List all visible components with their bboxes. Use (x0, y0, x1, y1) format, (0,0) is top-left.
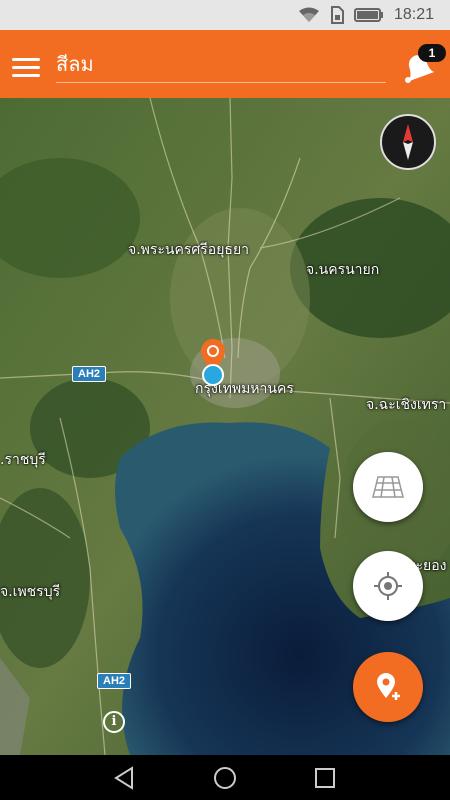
label-phetchaburi: จ.เพชรบุรี (0, 584, 61, 600)
map-layers-button[interactable] (353, 452, 423, 522)
search-input[interactable]: สีลม (56, 48, 386, 83)
battery-icon (353, 7, 384, 23)
status-bar: 18:21 (0, 0, 450, 30)
compass-icon[interactable] (380, 114, 436, 170)
app-bar: สีลม (0, 30, 450, 98)
map-layers-icon (372, 476, 404, 498)
notification-badge: 1 (418, 44, 446, 62)
user-location-dot (202, 364, 224, 386)
add-location-button[interactable] (353, 652, 423, 722)
hamburger-icon[interactable] (12, 58, 40, 78)
info-button[interactable]: i (103, 711, 125, 733)
home-icon[interactable] (212, 765, 238, 791)
add-location-icon (377, 673, 400, 700)
status-time: 18:21 (393, 6, 434, 23)
route-shield-ah2: AH2 (97, 673, 132, 689)
recents-icon[interactable] (312, 765, 338, 791)
back-icon[interactable] (112, 765, 138, 791)
wifi-icon (298, 7, 320, 23)
label-nakhon-nayok: จ.นครนายก (306, 262, 380, 278)
label-ratchaburi: .ราชบุรี (0, 452, 46, 468)
navigation-bar (0, 755, 450, 800)
label-chachoengsao: จ.ฉะเชิงเทรา (366, 397, 447, 413)
my-location-button[interactable] (353, 551, 423, 621)
route-shield-ah2: AH2 (72, 366, 107, 382)
label-ayutthaya: จ.พระนครศรีอยุธยา (128, 242, 250, 258)
sim-icon (330, 6, 344, 24)
my-location-icon (374, 572, 402, 600)
